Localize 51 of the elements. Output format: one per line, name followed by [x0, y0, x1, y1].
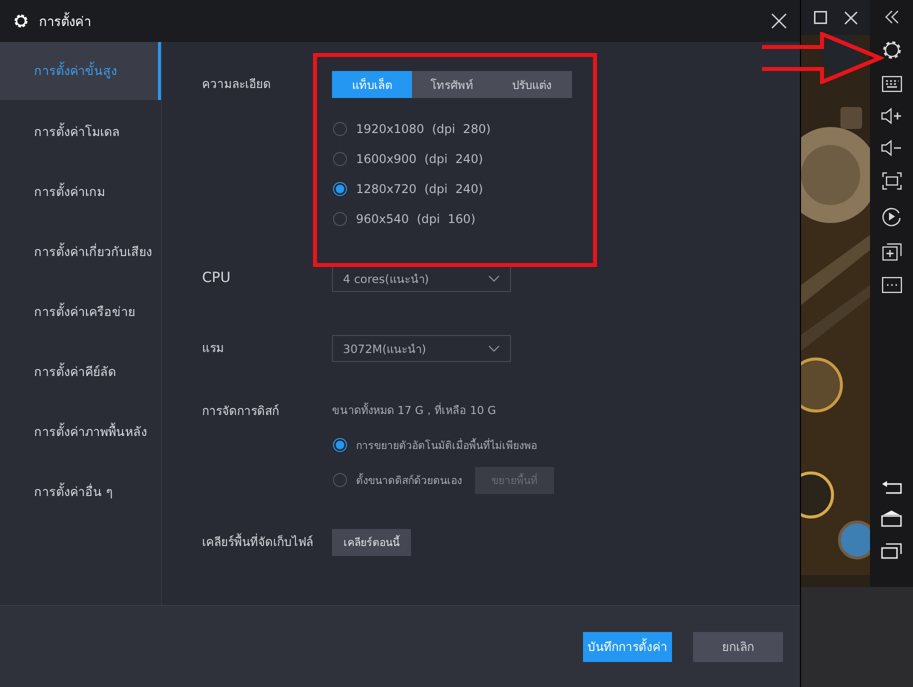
- resolution-option: 1600x900 (dpi 240): [356, 152, 484, 166]
- ram-dropdown[interactable]: 3072M(แนะนำ): [332, 335, 511, 362]
- chevron-down-icon: [488, 345, 500, 352]
- clear-button[interactable]: เคลียร์ตอนนี้: [332, 529, 411, 556]
- disk-option: การขยายตัวอัตโนมัติเมื่อพื้นที่ไม่เพียงพอ: [356, 436, 537, 454]
- radio-button[interactable]: [333, 182, 347, 196]
- resolution-option: 1920x1080 (dpi 280): [356, 122, 491, 136]
- volume-down-icon[interactable]: [881, 140, 902, 156]
- sidebar-item[interactable]: การตั้งค่าเครือข่าย: [0, 282, 161, 342]
- setting-label: เคลียร์พื้นที่จัดเก็บไฟล์: [202, 532, 314, 551]
- close-icon[interactable]: [844, 10, 858, 24]
- add-window-icon[interactable]: [882, 243, 902, 261]
- sidebar-item[interactable]: การตั้งค่าโมเดล: [0, 102, 161, 162]
- sidebar-item[interactable]: การตั้งค่าขั้นสูง: [0, 42, 161, 100]
- rotate-play-icon[interactable]: [881, 206, 902, 227]
- sidebar-item[interactable]: การตั้งค่าเกม: [0, 162, 161, 222]
- segment-tab[interactable]: ปรับแต่ง: [492, 71, 572, 98]
- radio-button[interactable]: [333, 438, 347, 452]
- segment-tab[interactable]: โทรศัพท์: [412, 71, 492, 98]
- more-icon[interactable]: [882, 277, 902, 293]
- setting-label: CPU: [202, 269, 232, 288]
- cancel-button[interactable]: ยกเลิก: [693, 632, 783, 662]
- radio-button[interactable]: [333, 473, 347, 487]
- cpu-dropdown[interactable]: 4 cores(แนะนำ): [332, 265, 511, 292]
- resolution-option: 960x540 (dpi 160): [356, 212, 476, 226]
- sidebar-item[interactable]: การตั้งค่าเกี่ยวกับเสียง: [0, 222, 161, 282]
- radio-button[interactable]: [333, 212, 347, 226]
- sidebar-item[interactable]: การตั้งค่าอื่น ๆ: [0, 462, 161, 522]
- settings-icon[interactable]: [882, 40, 902, 60]
- window-title: การตั้งค่า: [39, 10, 771, 32]
- chevron-down-icon: [488, 275, 500, 282]
- volume-up-icon[interactable]: [881, 108, 902, 124]
- keyboard-icon[interactable]: [882, 76, 902, 92]
- setting-label: แรม: [202, 340, 225, 357]
- sidebar-item[interactable]: การตั้งค่าคีย์ลัด: [0, 342, 161, 402]
- close-icon[interactable]: [771, 13, 787, 29]
- home-icon[interactable]: [881, 510, 902, 527]
- maximize-icon[interactable]: [814, 11, 826, 24]
- setting-label: ความละเอียด: [202, 76, 272, 93]
- disk-option: ตั้งขนาดดิสก์ด้วยตนเอง: [356, 472, 462, 488]
- resolution-option: 1280x720 (dpi 240): [356, 182, 484, 196]
- fullscreen-icon[interactable]: [882, 172, 902, 190]
- collapse-icon[interactable]: [884, 10, 900, 24]
- sidebar-item[interactable]: การตั้งค่าภาพพื้นหลัง: [0, 402, 161, 462]
- recent-apps-icon[interactable]: [881, 543, 902, 559]
- radio-button[interactable]: [333, 152, 347, 166]
- radio-button[interactable]: [333, 122, 347, 136]
- settings-icon: [13, 13, 29, 29]
- setting-label: การจัดการดิสก์: [202, 403, 280, 420]
- back-icon[interactable]: [881, 480, 902, 494]
- disk-summary: ขนาดทั้งหมด 17 G，ที่เหลือ 10 G: [332, 402, 498, 419]
